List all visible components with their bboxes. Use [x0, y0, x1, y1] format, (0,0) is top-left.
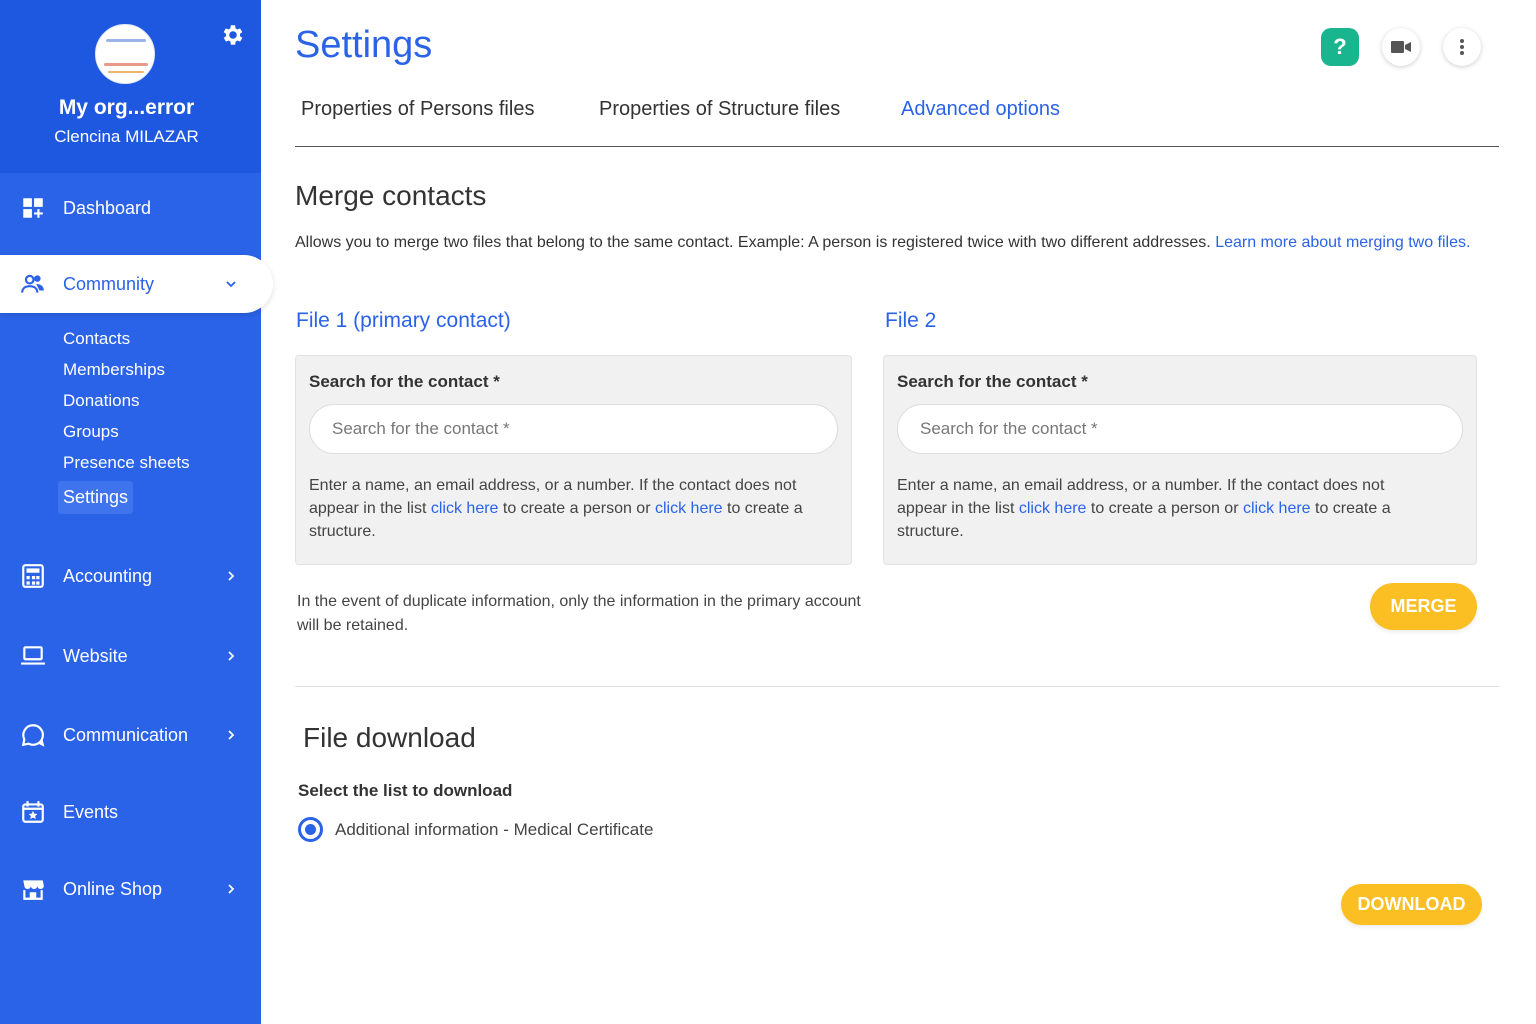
file2-card: Search for the contact * Enter a name, a… — [883, 355, 1477, 565]
more-vertical-icon — [1460, 39, 1464, 55]
file1-title: File 1 (primary contact) — [296, 309, 511, 332]
sidebar-item-dashboard[interactable]: Dashboard — [0, 179, 261, 237]
chat-icon — [21, 724, 45, 747]
sidebar-item-label: Communication — [63, 724, 189, 745]
calendar-icon — [22, 801, 44, 823]
merge-description-text: Allows you to merge two files that belon… — [295, 234, 1211, 251]
file2-help-text: Enter a name, an email address, or a num… — [897, 474, 1427, 543]
search-label: Search for the contact * — [897, 372, 1088, 391]
sidebar-item-label: Accounting — [63, 565, 153, 586]
sidebar-header: My org...error Clencina MILAZAR — [0, 0, 261, 173]
org-name: My org...error — [58, 96, 195, 119]
laptop-icon — [21, 646, 45, 665]
sidebar-item-online-shop[interactable]: Online Shop — [0, 860, 261, 918]
search-label: Search for the contact * — [309, 372, 500, 391]
file1-search-input[interactable] — [309, 404, 838, 454]
tab-structure-properties[interactable]: Properties of Structure files — [599, 98, 840, 121]
sidebar-item-label: Community — [63, 273, 155, 294]
help-button[interactable]: ? — [1321, 28, 1359, 66]
sidebar-item-label: Dashboard — [63, 197, 152, 218]
video-camera-icon — [1391, 41, 1411, 53]
chevron-right-icon — [228, 884, 235, 894]
video-button[interactable] — [1382, 28, 1420, 66]
tab-persons-properties[interactable]: Properties of Persons files — [301, 98, 534, 121]
merge-button[interactable]: MERGE — [1370, 583, 1477, 630]
file1-help-text: Enter a name, an email address, or a num… — [309, 474, 839, 543]
sidebar-subitem-memberships[interactable]: Memberships — [63, 360, 165, 380]
merge-description: Allows you to merge two files that belon… — [295, 234, 1470, 252]
sidebar-subitem-settings[interactable]: Settings — [58, 481, 134, 514]
radio-option-label[interactable]: Additional information - Medical Certifi… — [335, 820, 653, 840]
calculator-icon — [22, 564, 44, 588]
file2-search-input[interactable] — [897, 404, 1463, 454]
learn-more-link[interactable]: Learn more about merging two files. — [1215, 234, 1470, 251]
chevron-down-icon — [226, 281, 236, 288]
tab-advanced-options[interactable]: Advanced options — [901, 98, 1060, 121]
sidebar-item-label: Online Shop — [63, 878, 163, 899]
sidebar-item-website[interactable]: Website — [0, 627, 261, 685]
chevron-right-icon — [228, 571, 235, 581]
merge-section-title: Merge contacts — [295, 180, 487, 211]
file2-title: File 2 — [885, 309, 937, 332]
help-text: to create a person or — [502, 500, 651, 517]
sidebar-item-community[interactable]: Community — [0, 255, 273, 313]
chevron-right-icon — [228, 651, 235, 661]
file1-card: Search for the contact * Enter a name, a… — [295, 355, 852, 565]
chevron-right-icon — [228, 730, 235, 740]
medical-certificate-radio[interactable] — [298, 817, 323, 842]
download-select-label: Select the list to download — [298, 781, 513, 800]
create-person-link[interactable]: click here — [431, 500, 499, 517]
sidebar-item-accounting[interactable]: Accounting — [0, 547, 261, 605]
sidebar: My org...error Clencina MILAZAR Dashboar… — [0, 0, 273, 1024]
download-button[interactable]: DOWNLOAD — [1341, 884, 1482, 925]
section-divider — [295, 686, 1499, 687]
create-person-link[interactable]: click here — [1019, 500, 1087, 517]
help-text: to create a person or — [1090, 500, 1239, 517]
sidebar-subitem-donations[interactable]: Donations — [63, 391, 140, 411]
sidebar-item-label: Events — [63, 801, 119, 822]
sidebar-item-events[interactable]: Events — [0, 783, 261, 841]
download-section-title: File download — [303, 722, 476, 753]
sidebar-item-label: Website — [63, 645, 128, 666]
page-title: Settings — [295, 24, 433, 66]
main-content: Settings ? Properties of Persons files P… — [261, 0, 1536, 1024]
question-icon: ? — [1333, 34, 1347, 59]
merge-note: In the event of duplicate information, o… — [297, 593, 861, 634]
create-structure-link[interactable]: click here — [655, 500, 723, 517]
sidebar-item-communication[interactable]: Communication — [0, 706, 261, 764]
user-name: Clencina MILAZAR — [54, 127, 199, 146]
sidebar-subitem-contacts[interactable]: Contacts — [63, 329, 130, 349]
dashboard-icon — [23, 198, 43, 218]
more-options-button[interactable] — [1443, 28, 1481, 66]
gear-icon[interactable] — [220, 22, 246, 48]
users-icon — [21, 274, 44, 293]
store-icon — [23, 880, 44, 900]
org-logo[interactable] — [95, 24, 155, 84]
sidebar-subitem-groups[interactable]: Groups — [63, 422, 119, 442]
settings-tabs: Properties of Persons files Properties o… — [295, 96, 1499, 147]
create-structure-link[interactable]: click here — [1243, 500, 1311, 517]
sidebar-subitem-presence-sheets[interactable]: Presence sheets — [63, 453, 190, 473]
